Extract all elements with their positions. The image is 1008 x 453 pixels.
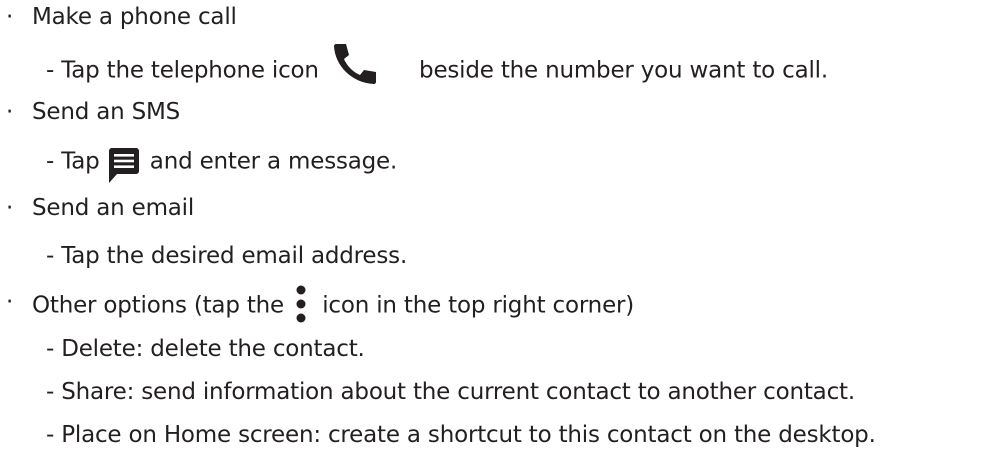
option-home-screen: - Place on Home screen: create a shortcu…: [46, 422, 876, 448]
option-delete: - Delete: delete the contact.: [46, 336, 365, 362]
bullet: ·: [6, 195, 14, 221]
sms-heading: Send an SMS: [32, 99, 181, 125]
options-heading-before: Other options (tap the: [32, 292, 284, 319]
call-detail-line: - Tap the telephone icon beside the numb…: [46, 44, 828, 93]
call-detail-before: - Tap the telephone icon: [46, 57, 319, 84]
call-detail-after: beside the number you want to call.: [419, 57, 828, 84]
more-vertical-icon: [295, 285, 307, 323]
instructions-document: · Make a phone call - Tap the telephone …: [0, 0, 1008, 453]
sms-detail-before: - Tap: [46, 148, 100, 175]
bullet: ·: [6, 4, 14, 30]
email-detail: - Tap the desired email address.: [46, 243, 408, 269]
sms-detail-after: and enter a message.: [149, 148, 398, 175]
option-share: - Share: send information about the curr…: [46, 379, 855, 405]
options-heading-line: Other options (tap the icon in the top r…: [32, 285, 635, 325]
email-heading: Send an email: [32, 195, 195, 221]
call-heading: Make a phone call: [32, 4, 237, 30]
phone-icon: [332, 41, 384, 85]
bullet: ·: [6, 289, 14, 315]
message-icon: [108, 148, 139, 184]
bullet: ·: [6, 99, 14, 125]
options-heading-after: icon in the top right corner): [322, 292, 635, 319]
sms-detail-line: - Tap and enter a message.: [46, 144, 398, 183]
